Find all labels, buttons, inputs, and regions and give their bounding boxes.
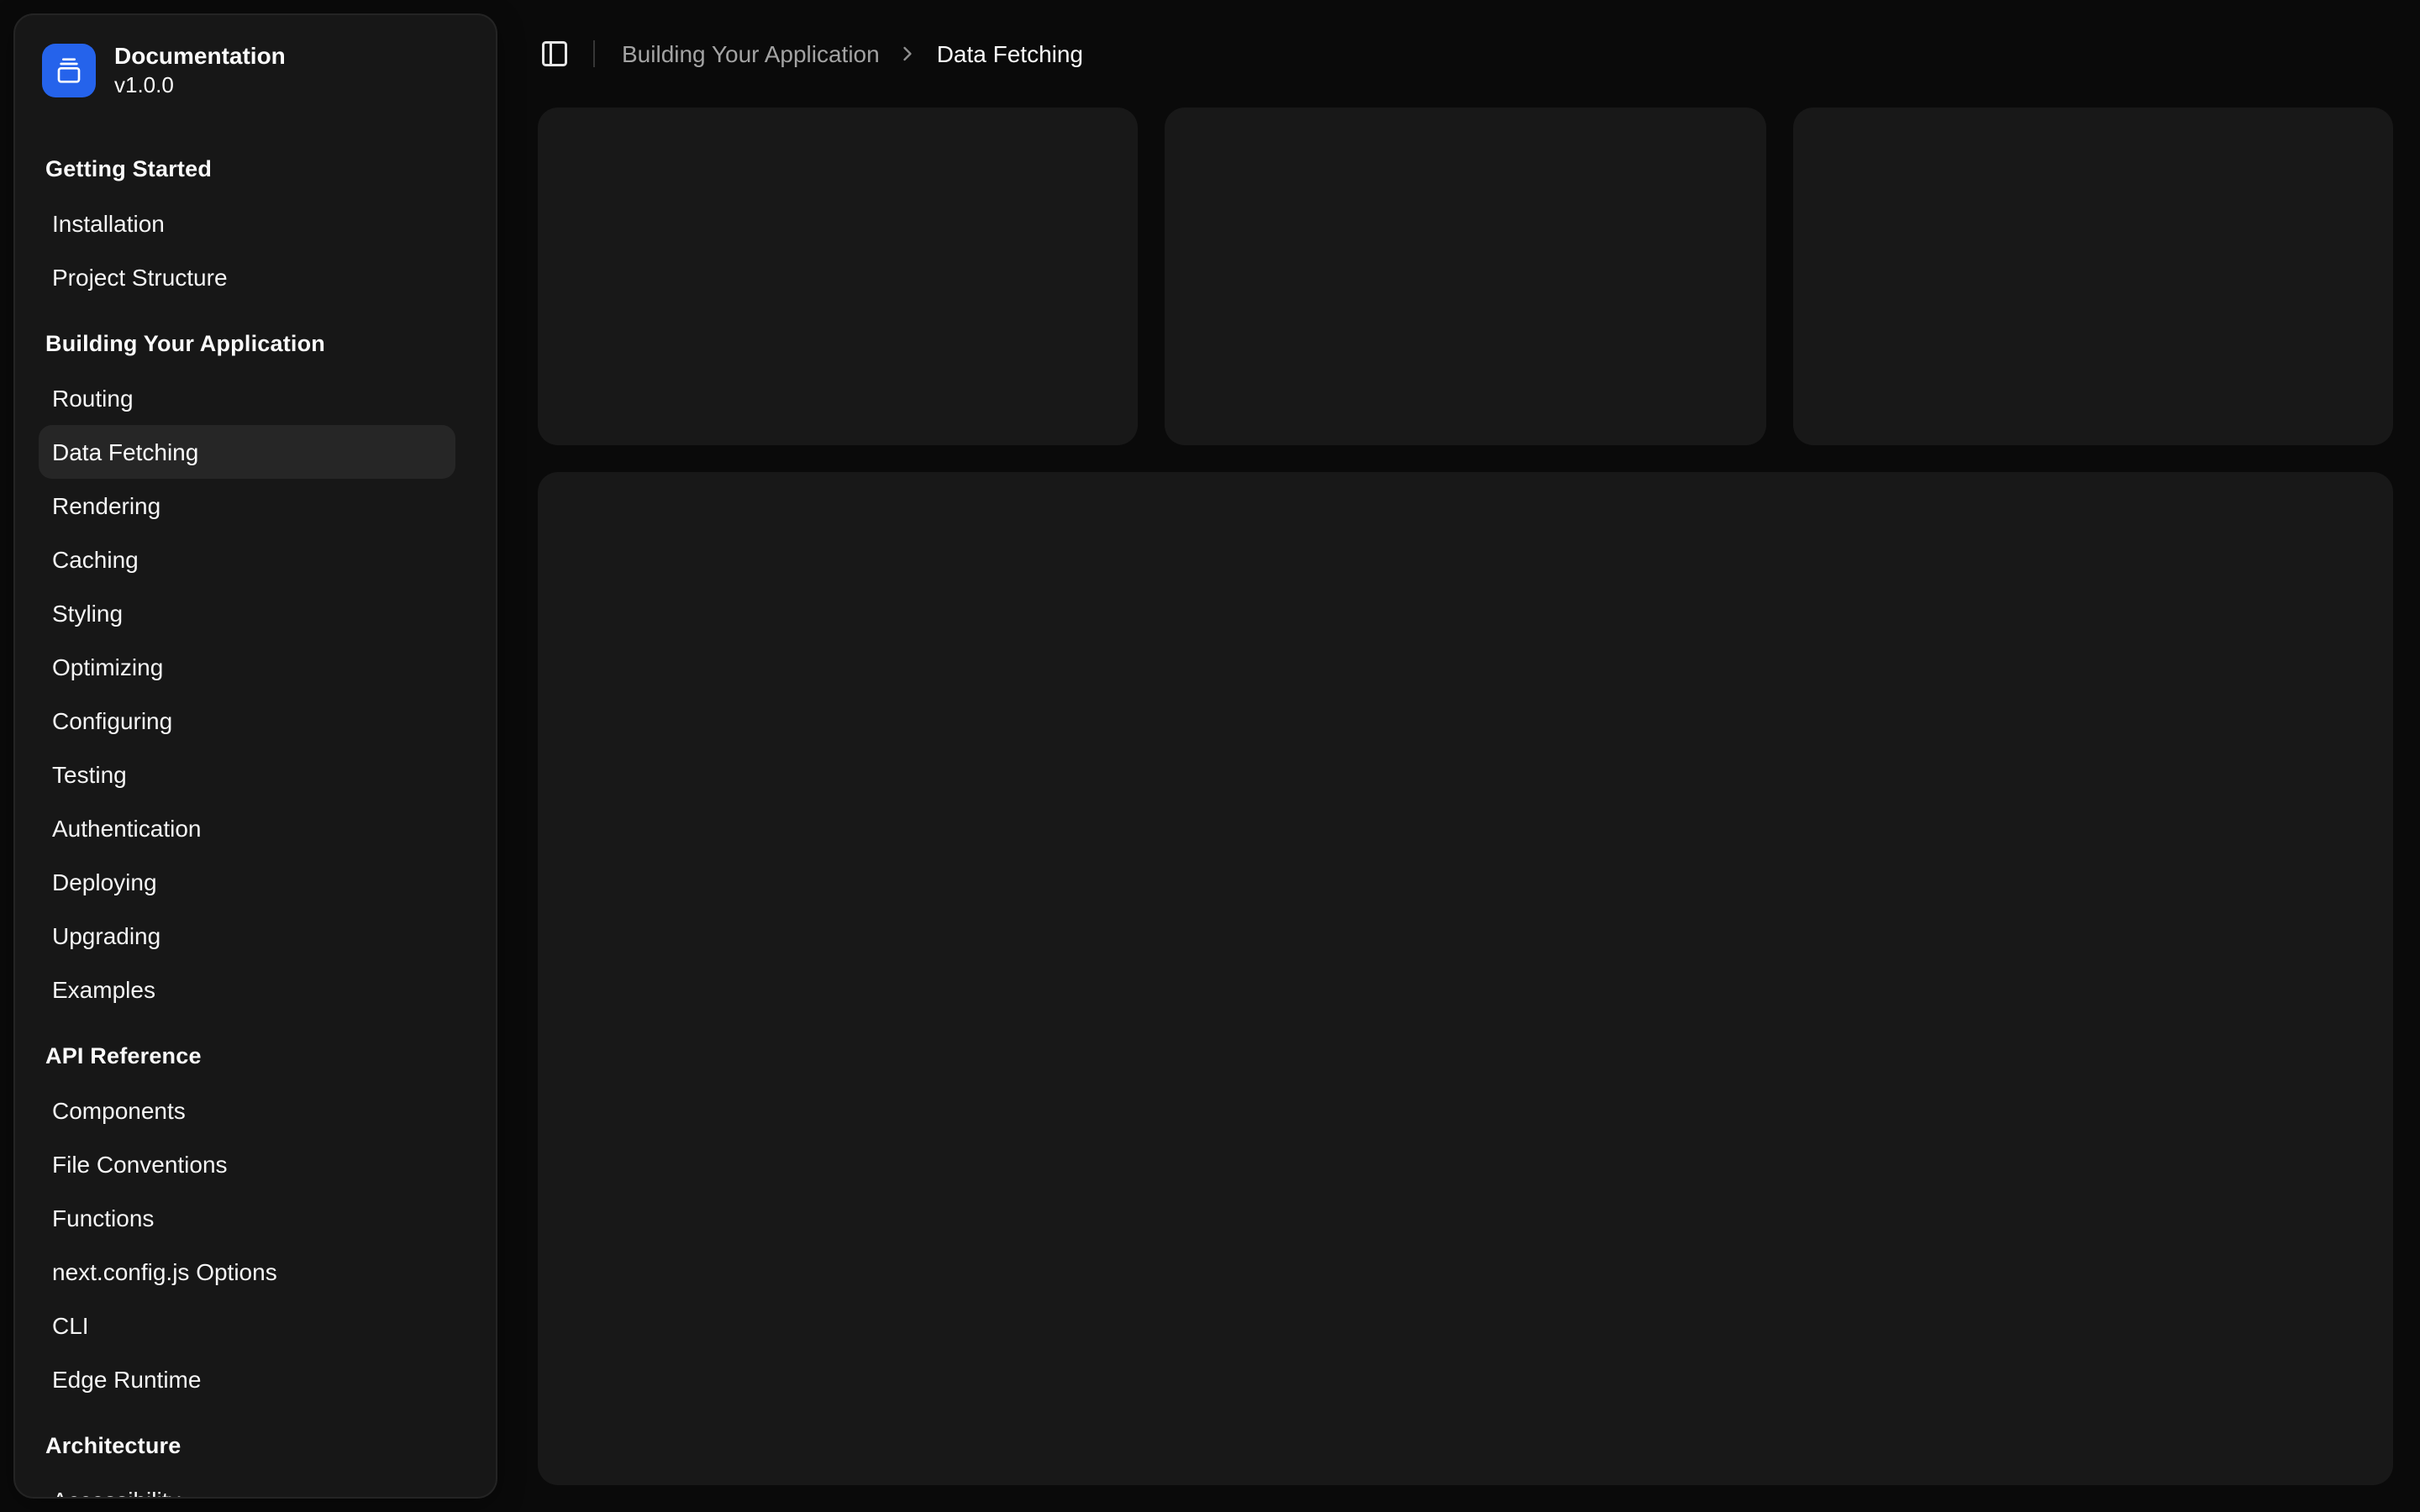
sidebar-menu: RoutingData FetchingRenderingCachingStyl… [39, 371, 455, 1016]
sidebar-group-label: Getting Started [39, 143, 455, 197]
sidebar-menu: Accessibility [39, 1473, 455, 1499]
sidebar-item-rendering[interactable]: Rendering [39, 479, 455, 533]
sidebar-item-data-fetching[interactable]: Data Fetching [39, 425, 455, 479]
main-content [511, 108, 2420, 1512]
gallery-vertical-end-icon [42, 44, 96, 97]
sidebar-menu: ComponentsFile ConventionsFunctionsnext.… [39, 1084, 455, 1406]
chevron-right-icon [897, 42, 920, 66]
breadcrumb-current-page: Data Fetching [937, 40, 1083, 67]
sidebar-group: Building Your ApplicationRoutingData Fet… [39, 318, 455, 1016]
sidebar-group-label: Architecture [39, 1420, 455, 1473]
sidebar-group: API ReferenceComponentsFile ConventionsF… [39, 1030, 455, 1406]
placeholder-card [1165, 108, 1766, 445]
placeholder-card-grid [538, 108, 2393, 445]
breadcrumb: Building Your Application Data Fetching [622, 40, 1083, 67]
placeholder-panel [538, 472, 2393, 1485]
sidebar-item-functions[interactable]: Functions [39, 1191, 455, 1245]
sidebar-toggle-button[interactable] [531, 30, 578, 77]
sidebar-item-components[interactable]: Components [39, 1084, 455, 1137]
sidebar-group: Getting StartedInstallationProject Struc… [39, 143, 455, 304]
sidebar-brand[interactable]: Documentation v1.0.0 [15, 15, 496, 113]
sidebar-item-authentication[interactable]: Authentication [39, 801, 455, 855]
sidebar-group-label: API Reference [39, 1030, 455, 1084]
sidebar-nav: Getting StartedInstallationProject Struc… [15, 113, 496, 1499]
sidebar-item-routing[interactable]: Routing [39, 371, 455, 425]
placeholder-card [1792, 108, 2393, 445]
sidebar-item-accessibility[interactable]: Accessibility [39, 1473, 455, 1499]
sidebar-item-examples[interactable]: Examples [39, 963, 455, 1016]
sidebar-item-cli[interactable]: CLI [39, 1299, 455, 1352]
sidebar-item-optimizing[interactable]: Optimizing [39, 640, 455, 694]
sidebar-item-file-conventions[interactable]: File Conventions [39, 1137, 455, 1191]
brand-text: Documentation v1.0.0 [114, 42, 286, 99]
sidebar-item-upgrading[interactable]: Upgrading [39, 909, 455, 963]
sidebar-group-label: Building Your Application [39, 318, 455, 371]
sidebar-item-configuring[interactable]: Configuring [39, 694, 455, 748]
main-area: Building Your Application Data Fetching [511, 0, 2420, 1512]
app-root: Documentation v1.0.0 Getting StartedInst… [0, 0, 2420, 1512]
panel-left-icon [539, 39, 570, 69]
app-version: v1.0.0 [114, 71, 286, 99]
sidebar: Documentation v1.0.0 Getting StartedInst… [13, 13, 497, 1499]
main-header: Building Your Application Data Fetching [511, 0, 2420, 108]
sidebar-item-caching[interactable]: Caching [39, 533, 455, 586]
placeholder-card [538, 108, 1139, 445]
sidebar-item-deploying[interactable]: Deploying [39, 855, 455, 909]
sidebar-item-project-structure[interactable]: Project Structure [39, 250, 455, 304]
sidebar-item-edge-runtime[interactable]: Edge Runtime [39, 1352, 455, 1406]
sidebar-item-styling[interactable]: Styling [39, 586, 455, 640]
sidebar-item-next-config-js-options[interactable]: next.config.js Options [39, 1245, 455, 1299]
sidebar-item-testing[interactable]: Testing [39, 748, 455, 801]
breadcrumb-parent-link[interactable]: Building Your Application [622, 40, 880, 67]
header-separator [593, 40, 595, 67]
sidebar-item-installation[interactable]: Installation [39, 197, 455, 250]
sidebar-menu: InstallationProject Structure [39, 197, 455, 304]
sidebar-group: ArchitectureAccessibility [39, 1420, 455, 1499]
app-title: Documentation [114, 42, 286, 71]
